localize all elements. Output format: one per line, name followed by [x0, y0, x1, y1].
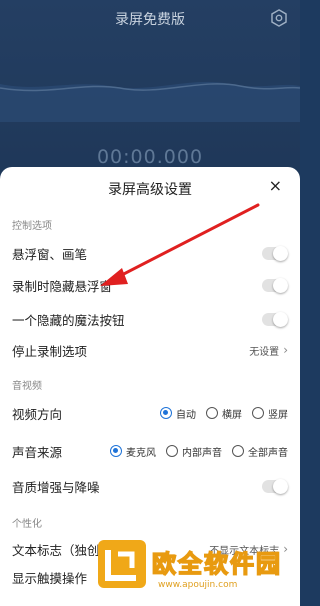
radio-label: 横屏	[222, 409, 242, 421]
stop-options-label: 停止录制选项	[12, 343, 88, 359]
radio-dot	[232, 445, 244, 457]
row-float-window[interactable]: 悬浮窗、画笔	[12, 242, 288, 264]
float-window-label: 悬浮窗、画笔	[12, 246, 88, 262]
radio-internal[interactable]: 内部声音	[166, 444, 222, 459]
stop-options-value: 无设置	[249, 346, 280, 358]
radio-dot	[206, 407, 218, 419]
radio-microphone[interactable]: 麦克风	[110, 444, 156, 459]
video-direction-options: 自动 横屏 竖屏	[150, 406, 288, 421]
row-video-direction: 视频方向 自动 横屏 竖屏	[12, 402, 288, 424]
hide-float-toggle[interactable]	[262, 277, 288, 293]
section-control: 控制选项	[12, 221, 52, 232]
audio-source-options: 麦克风 内部声音 全部声音	[100, 444, 288, 459]
audio-wave	[0, 81, 300, 122]
radio-label: 内部声音	[182, 447, 222, 459]
row-audio-source: 声音来源 麦克风 内部声音 全部声音	[12, 440, 288, 462]
radio-label: 全部声音	[248, 447, 288, 459]
radio-label: 竖屏	[268, 409, 288, 421]
close-icon[interactable]: ×	[269, 176, 282, 195]
video-direction-label: 视频方向	[12, 406, 63, 422]
gear-icon[interactable]	[270, 9, 288, 27]
row-hide-float[interactable]: 录制时隐藏悬浮窗	[12, 274, 288, 296]
audio-source-label: 声音来源	[12, 444, 63, 460]
section-personalize: 个性化	[12, 519, 42, 530]
radio-dot	[252, 407, 264, 419]
sheet-title: 录屏高级设置	[108, 182, 192, 198]
watermark-text: 欧全软件园	[151, 549, 282, 579]
float-window-toggle[interactable]	[262, 245, 288, 261]
radio-dot	[166, 445, 178, 457]
section-audio-video: 音视频	[12, 381, 42, 392]
hidden-magic-toggle[interactable]	[262, 311, 288, 327]
radio-landscape[interactable]: 横屏	[206, 406, 242, 421]
radio-all[interactable]: 全部声音	[232, 444, 288, 459]
hide-float-label: 录制时隐藏悬浮窗	[12, 278, 113, 294]
record-timer: 00:00.000	[96, 146, 204, 168]
audio-enhance-label: 音质增强与降噪	[12, 479, 100, 495]
app-title: 录屏免费版	[115, 12, 185, 28]
row-hidden-magic[interactable]: 一个隐藏的魔法按钮	[12, 308, 288, 330]
hidden-magic-label: 一个隐藏的魔法按钮	[12, 312, 125, 328]
chevron-right-icon: ›	[283, 343, 288, 357]
audio-enhance-toggle[interactable]	[262, 478, 288, 494]
radio-dot	[110, 445, 122, 457]
radio-label: 自动	[176, 409, 196, 421]
row-stop-options[interactable]: 停止录制选项 无设置 ›	[12, 339, 288, 361]
radio-label: 麦克风	[126, 447, 156, 459]
radio-auto[interactable]: 自动	[160, 406, 196, 421]
radio-portrait[interactable]: 竖屏	[252, 406, 288, 421]
radio-dot	[160, 407, 172, 419]
watermark-logo-icon	[98, 540, 146, 588]
watermark-url: www.apoujin.com	[158, 580, 238, 590]
watermark: 欧全软件园 www.apoujin.com	[98, 540, 294, 600]
row-audio-enhance[interactable]: 音质增强与降噪	[12, 475, 288, 497]
